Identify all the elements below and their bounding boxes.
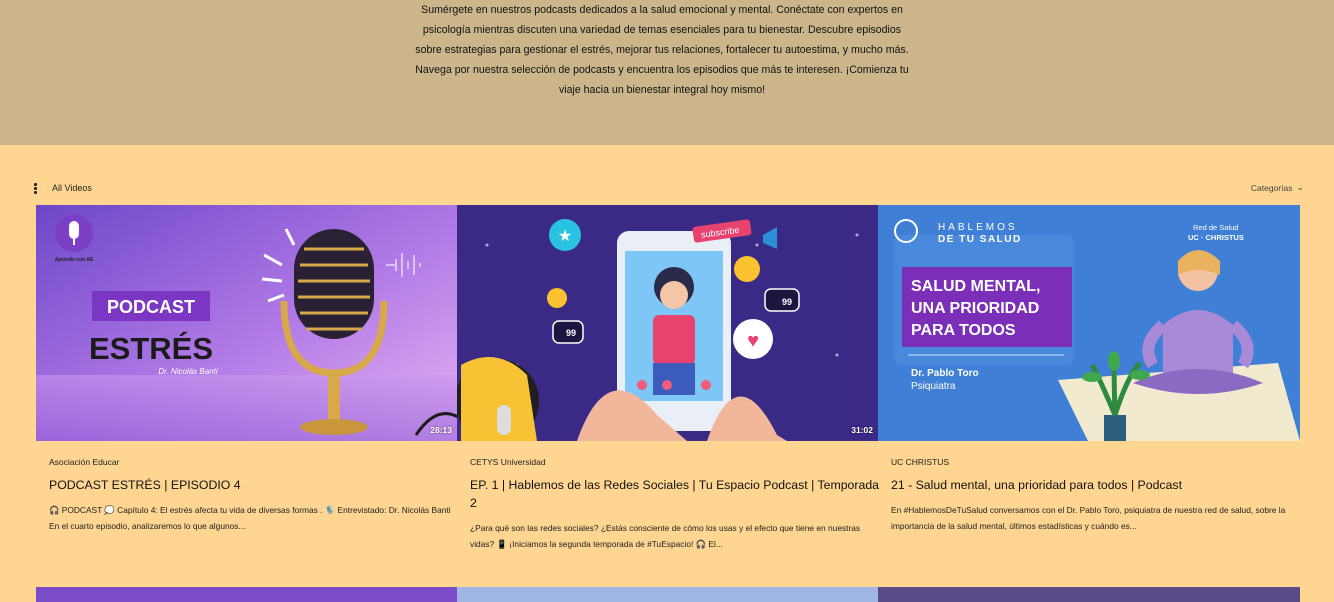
video-thumbnail-2[interactable]: ★ subscribe 99 99 ♥ 31:02: [457, 205, 879, 441]
thumb-doctor: Dr. Nicolás Banti: [158, 367, 218, 376]
svg-text:♥: ♥: [747, 330, 759, 352]
thumb-brand-2: DE TU SALUD: [938, 234, 1022, 245]
video-duration: 28:13: [430, 425, 452, 435]
video-description: ¿Para qué son las redes sociales? ¿Estás…: [470, 523, 861, 549]
thumb-logo-caption: Aprende con AE: [55, 257, 94, 263]
channel-name: CETYS Universidad: [470, 457, 546, 467]
video-info-2: CETYS Universidad EP. 1 | Hablemos de la…: [470, 457, 880, 552]
video-thumbnail-3[interactable]: HABLEMOS DE TU SALUD Red de Salud UC · C…: [878, 205, 1300, 441]
video-thumbnail-4[interactable]: [36, 587, 458, 602]
video-description: En #HablemosDeTuSalud conversamos con el…: [891, 505, 1286, 531]
thumb-headline-1: SALUD MENTAL,: [911, 278, 1040, 295]
categories-label: Categorías: [1250, 183, 1293, 193]
intro-paragraph-2: Navega por nuestra selección de podcasts…: [415, 64, 909, 96]
video-info-1: Asociación Educar PODCAST ESTRÉS | EPISO…: [49, 457, 459, 534]
thumb-partner-2: UC · CHRISTUS: [1188, 233, 1244, 242]
video-description: 🎧 PODCAST 💭 Capítulo 4: El estrés afecta…: [49, 505, 451, 531]
categories-dropdown[interactable]: Categorías ⌄: [1250, 182, 1304, 194]
thumb-headline-2: UNA PRIORIDAD: [911, 300, 1039, 317]
thumb-count-a: 99: [782, 297, 792, 307]
chevron-down-icon: ⌄: [1296, 182, 1304, 192]
thumb-role: Psiquiatra: [911, 381, 956, 392]
thumb-headline: ESTRÉS: [89, 331, 213, 366]
intro-text: Sumérgete en nuestros podcasts dedicados…: [411, 0, 913, 100]
video-info-3: UC CHRISTUS 21 - Salud mental, una prior…: [891, 457, 1301, 534]
more-vertical-icon[interactable]: [34, 183, 38, 195]
video-title[interactable]: EP. 1 | Hablemos de las Redes Sociales |…: [470, 476, 880, 512]
thumbnail-image-salud-mental: HABLEMOS DE TU SALUD Red de Salud UC · C…: [878, 205, 1300, 441]
thumb-headline-3: PARA TODOS: [911, 322, 1016, 339]
all-videos-tab[interactable]: All Videos: [52, 183, 92, 193]
gallery-toolbar: All Videos Categorías ⌄: [30, 182, 1304, 197]
video-thumbnail-5[interactable]: [457, 587, 879, 602]
intro-section: Sumérgete en nuestros podcasts dedicados…: [0, 0, 1334, 145]
thumb-count-b: 99: [566, 328, 576, 338]
channel-name: Asociación Educar: [49, 457, 120, 467]
channel-name: UC CHRISTUS: [891, 457, 950, 467]
video-gallery: All Videos Categorías ⌄ Aprende con AE P…: [0, 145, 1334, 602]
thumb-doctor: Dr. Pablo Toro: [911, 368, 979, 379]
intro-paragraph-1: Sumérgete en nuestros podcasts dedicados…: [415, 4, 909, 56]
thumb-brand-1: HABLEMOS: [938, 222, 1018, 233]
thumbnail-image-redes-sociales: ★ subscribe 99 99 ♥: [457, 205, 879, 441]
thumb-partner-1: Red de Salud: [1193, 223, 1238, 232]
svg-text:★: ★: [558, 228, 572, 245]
video-title[interactable]: 21 - Salud mental, una prioridad para to…: [891, 476, 1301, 494]
thumb-badge: PODCAST: [107, 297, 195, 317]
video-duration: 31:02: [851, 425, 873, 435]
video-title[interactable]: PODCAST ESTRÉS | EPISODIO 4: [49, 476, 459, 494]
video-thumbnail-1[interactable]: Aprende con AE PODCAST ESTRÉS Dr. Nicolá…: [36, 205, 458, 441]
thumbnail-image-podcast-estres: Aprende con AE PODCAST ESTRÉS Dr. Nicolá…: [36, 205, 458, 441]
video-thumbnail-6[interactable]: [878, 587, 1300, 602]
